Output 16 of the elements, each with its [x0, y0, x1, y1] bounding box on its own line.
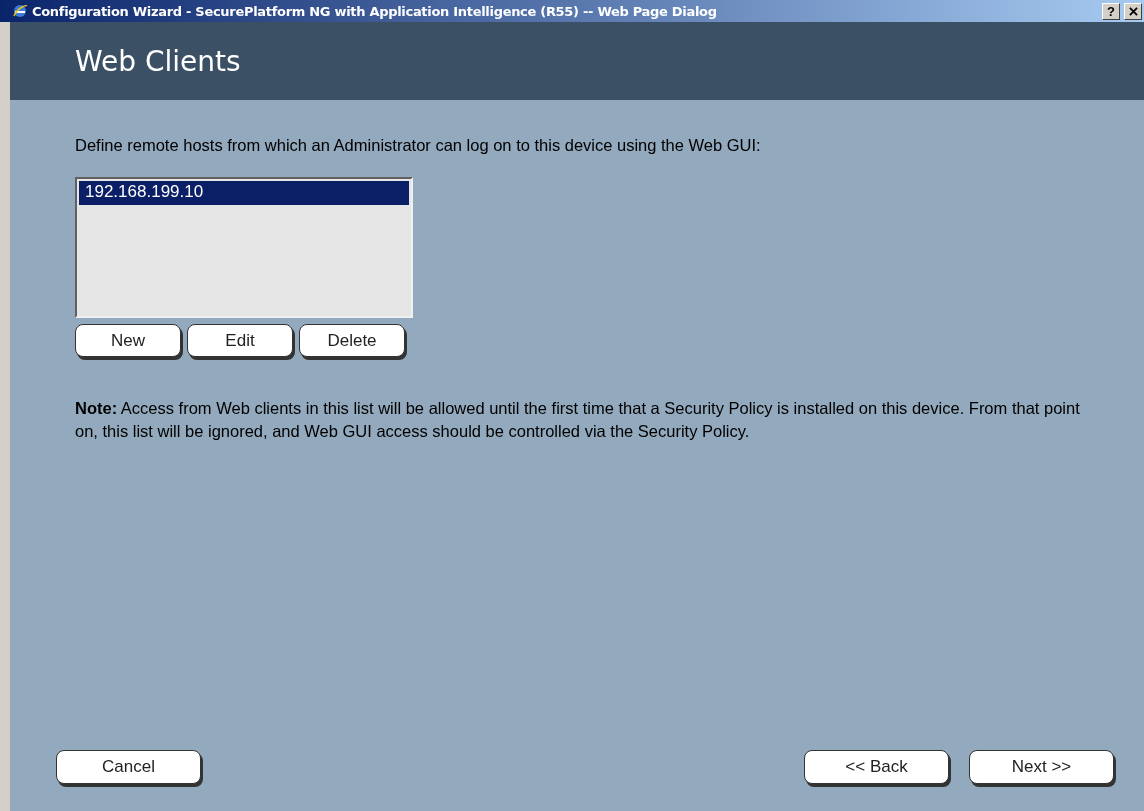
browser-icon: [12, 3, 28, 19]
note-text: Note: Access from Web clients in this list will be allowed until the first time that a Security Policy is installed on this device. From that point on, this list will be ignored, and Web GUI access should be controlled via the Security Policy.: [75, 398, 1081, 442]
list-button[interactable]: Edit: [187, 324, 293, 357]
help-button[interactable]: ?: [1102, 2, 1120, 20]
close-icon: [1128, 6, 1138, 16]
hosts-list[interactable]: 192.168.199.10: [75, 177, 413, 318]
instruction-text: Define remote hosts from which an Administrator can log on to this device using the Web GUI:: [75, 136, 762, 155]
list-button[interactable]: New: [75, 324, 181, 357]
nav-button[interactable]: Next >>: [969, 750, 1114, 784]
window-title: Configuration Wizard - SecurePlatform NG with Application Intelligence (R55) -- Web Page Dialog: [32, 3, 717, 19]
page-title: Web Clients: [75, 44, 241, 78]
list-button[interactable]: Delete: [299, 324, 405, 357]
nav-button[interactable]: << Back: [804, 750, 949, 784]
cancel-button[interactable]: Cancel: [56, 750, 201, 784]
list-item[interactable]: 192.168.199.10: [79, 181, 409, 205]
close-button[interactable]: [1124, 2, 1142, 20]
